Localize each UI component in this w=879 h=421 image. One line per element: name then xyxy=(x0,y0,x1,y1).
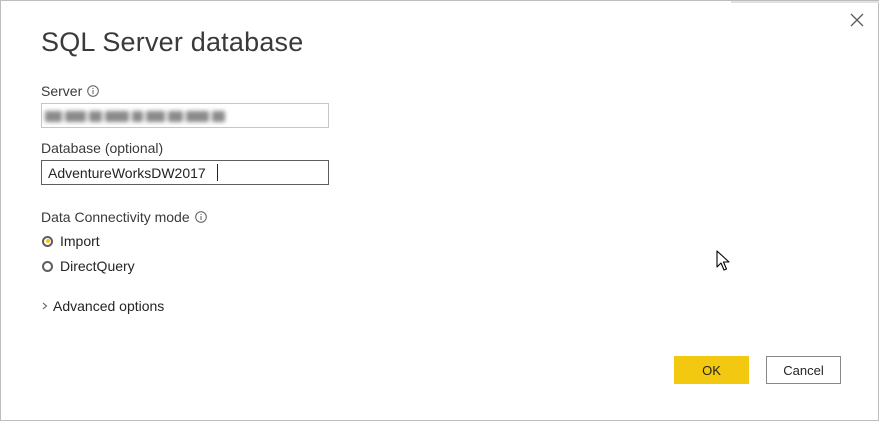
close-button[interactable] xyxy=(846,9,868,31)
radio-selected-icon xyxy=(42,235,53,247)
cancel-button[interactable]: Cancel xyxy=(766,356,841,384)
database-label-row: Database (optional) xyxy=(41,140,163,156)
database-input[interactable] xyxy=(41,160,329,185)
text-caret xyxy=(217,164,218,181)
dialog-title: SQL Server database xyxy=(41,27,304,57)
mouse-pointer-icon xyxy=(716,250,730,271)
radio-import-label: Import xyxy=(60,233,100,249)
sql-server-database-dialog: SQL Server database Server Database (opt… xyxy=(0,0,879,421)
connectivity-label: Data Connectivity mode xyxy=(41,209,190,225)
radio-import[interactable]: Import xyxy=(42,233,100,249)
connectivity-label-row: Data Connectivity mode xyxy=(41,209,207,225)
radio-unselected-icon xyxy=(42,260,53,272)
window-top-edge xyxy=(731,1,879,3)
radio-directquery-label: DirectQuery xyxy=(60,258,135,274)
connectivity-info-icon[interactable] xyxy=(194,211,207,223)
server-label: Server xyxy=(41,83,83,99)
ok-button[interactable]: OK xyxy=(674,356,749,384)
chevron-right-icon xyxy=(42,302,48,310)
database-label: Database (optional) xyxy=(41,140,164,156)
server-info-icon[interactable] xyxy=(87,85,100,97)
server-label-row: Server xyxy=(41,83,100,99)
advanced-options-label: Advanced options xyxy=(53,298,165,314)
server-input[interactable] xyxy=(41,103,329,128)
close-icon xyxy=(850,13,864,27)
advanced-options-toggle[interactable]: Advanced options xyxy=(40,298,164,314)
radio-directquery[interactable]: DirectQuery xyxy=(42,258,135,274)
